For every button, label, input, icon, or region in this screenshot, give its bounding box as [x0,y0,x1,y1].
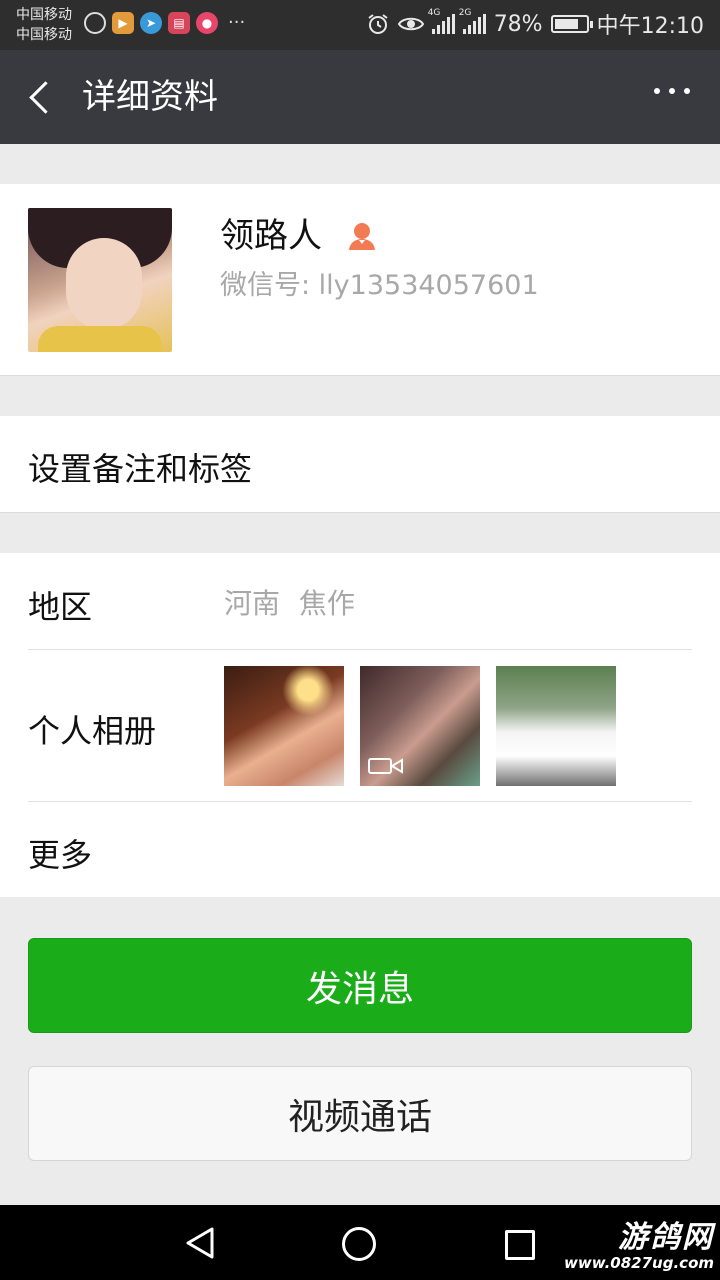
video-camera-icon [368,758,403,774]
carrier-labels: 中国移动 中国移动 [16,5,72,45]
more-notifications: ··· [228,12,246,33]
clock: 中午12:10 [596,14,704,39]
region-value: 河南 焦作 [224,587,355,620]
system-recents-icon[interactable] [505,1230,535,1260]
status-bar: 中国移动 中国移动 ▶ ➤ ▤ ● ··· 4G 2G 78% 中午12:10 [0,0,720,50]
signal-4g-icon: 4G [428,8,455,34]
status-indicators: 4G 2G 78% 中午12:10 [366,8,704,39]
back-button[interactable] [24,78,60,118]
eye-icon [397,17,424,31]
album-photo[interactable] [496,666,616,786]
carrier-1: 中国移动 [16,7,72,23]
avatar[interactable] [28,208,172,352]
album-label: 个人相册 [28,712,157,750]
album-photo[interactable] [360,666,480,786]
watermark: 游鸽网 www.0827ug.com [564,1220,714,1273]
watermark-brand: 游鸽网 [618,1220,714,1255]
system-home-icon[interactable] [342,1227,376,1261]
notification-icons: ▶ ➤ ▤ ● ··· [84,12,245,34]
video-app-icon: ▶ [112,12,134,34]
system-back-icon[interactable] [184,1226,216,1260]
region-label: 地区 [28,588,93,626]
alarm-icon [368,14,388,34]
nav-bar: 详细资料 [0,50,720,144]
more-row[interactable] [0,802,720,897]
battery-percent: 78% [493,11,543,37]
carrier-2: 中国移动 [16,27,72,43]
sync-icon [84,12,106,34]
more-dot-icon [654,88,660,94]
battery-icon [550,15,593,33]
send-message-button[interactable]: 发消息 [28,938,692,1033]
watermark-url: www.0827ug.com [564,1254,714,1272]
more-dot-icon [684,88,690,94]
book-app-icon: ▤ [168,12,190,34]
album-photo[interactable] [224,666,344,786]
wechat-id: 微信号: lly13534057601 [220,270,539,301]
telegram-icon: ➤ [140,12,162,34]
more-dot-icon [669,88,675,94]
page-title: 详细资料 [82,77,218,117]
video-call-button[interactable]: 视频通话 [28,1066,692,1161]
contact-name: 领路人 [220,216,322,256]
female-user-icon [349,223,375,250]
remark-row[interactable]: 设置备注和标签 [0,416,720,513]
media-app-icon: ● [196,12,218,34]
network-type-1: 4G [427,8,441,18]
more-label: 更多 [28,836,93,874]
more-options-button[interactable] [654,88,690,94]
network-type-2: 2G [458,8,472,18]
remark-label: 设置备注和标签 [28,450,253,488]
signal-2g-icon: 2G [459,8,486,34]
